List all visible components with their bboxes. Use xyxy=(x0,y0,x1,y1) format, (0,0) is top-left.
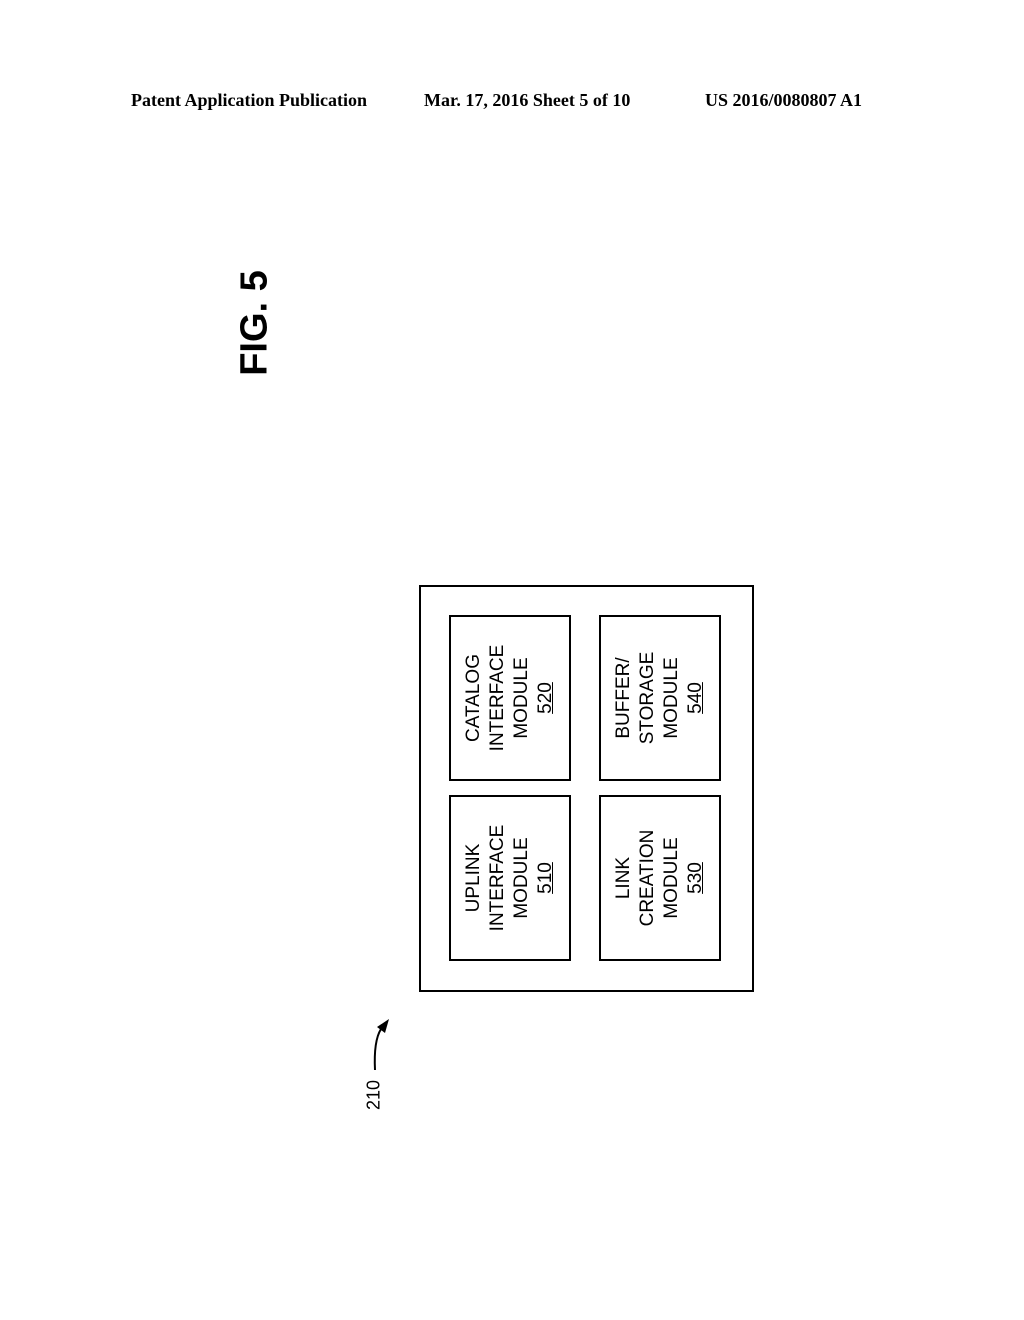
module-label-line: MODULE xyxy=(661,657,682,739)
module-label-line: MODULE xyxy=(511,657,532,739)
module-label-line: MODULE xyxy=(511,837,532,919)
figure-label: FIG. 5 xyxy=(233,270,276,376)
module-number: 530 xyxy=(685,862,706,894)
link-creation-module-label: LINK CREATION MODULE 530 xyxy=(612,830,708,927)
publication-number: US 2016/0080807 A1 xyxy=(705,90,863,110)
module-label-line: STORAGE xyxy=(637,651,658,745)
publication-date-sheet: Mar. 17, 2016 Sheet 5 of 10 xyxy=(424,90,631,110)
module-label-line: UPLINK xyxy=(463,843,484,913)
module-label-line: INTERFACE xyxy=(487,824,508,932)
module-number: 540 xyxy=(685,682,706,714)
buffer-storage-module-label: BUFFER/ STORAGE MODULE 540 xyxy=(612,652,708,745)
module-label-line: MODULE xyxy=(661,837,682,919)
catalog-interface-module-label: CATALOG INTERFACE MODULE 520 xyxy=(462,645,558,752)
module-label-line: LINK xyxy=(613,856,634,900)
buffer-storage-module-box: BUFFER/ STORAGE MODULE 540 xyxy=(599,615,721,781)
device-210-box: CATALOG INTERFACE MODULE 520 BUFFER/ STO… xyxy=(419,585,754,992)
reference-arrow-icon xyxy=(373,1019,389,1071)
uplink-interface-module-box: UPLINK INTERFACE MODULE 510 xyxy=(449,795,571,961)
reference-numeral-210: 210 xyxy=(363,1079,384,1111)
module-number: 510 xyxy=(535,862,556,894)
link-creation-module-box: LINK CREATION MODULE 530 xyxy=(599,795,721,961)
catalog-interface-module-box: CATALOG INTERFACE MODULE 520 xyxy=(449,615,571,781)
uplink-interface-module-label: UPLINK INTERFACE MODULE 510 xyxy=(462,825,558,932)
publication-title: Patent Application Publication xyxy=(131,90,368,110)
module-label-line: CATALOG xyxy=(463,654,484,742)
module-number: 520 xyxy=(535,682,556,714)
module-label-line: BUFFER/ xyxy=(613,657,634,739)
module-label-line: INTERFACE xyxy=(487,644,508,752)
module-label-line: CREATION xyxy=(637,829,658,927)
